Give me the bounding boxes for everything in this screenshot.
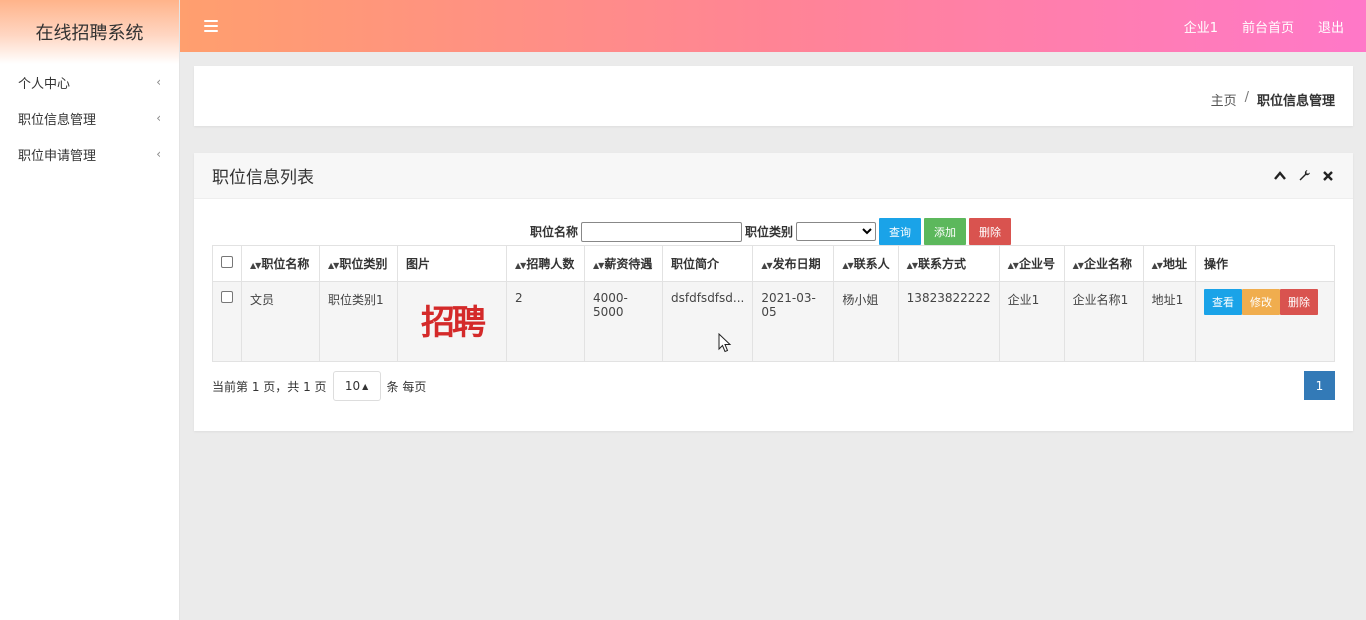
- sort-icon: ▲▼: [1072, 261, 1084, 270]
- wrench-icon[interactable]: [1297, 169, 1311, 183]
- sort-icon: ▲▼: [906, 261, 918, 270]
- sidebar: 在线招聘系统 个人中心 ‹ 职位信息管理 ‹ 职位申请管理 ‹: [0, 0, 180, 620]
- cell-image: 招聘: [397, 281, 507, 362]
- header-image: 图片: [397, 245, 507, 282]
- collapse-icon[interactable]: [1273, 169, 1287, 183]
- cell-intro: dsfdfsdfsd...: [661, 281, 754, 362]
- table-header-row: ▲▼职位名称 ▲▼职位类别 图片 ▲▼招聘人数 ▲▼薪资待遇 职位简介 ▲▼发布…: [212, 245, 1336, 282]
- menu-toggle-icon[interactable]: [204, 20, 218, 32]
- header-job-name[interactable]: ▲▼职位名称: [241, 245, 320, 282]
- header-salary[interactable]: ▲▼薪资待遇: [584, 245, 663, 282]
- sort-icon: ▲▼: [1151, 261, 1163, 270]
- job-list-panel: 职位信息列表 职位名称 职位类别 查询 添加 删除 ▲▼职位名称 ▲▼职位类别 …: [194, 153, 1353, 431]
- job-name-input[interactable]: [581, 221, 743, 242]
- panel-header: 职位信息列表: [194, 153, 1353, 199]
- job-image-text: 招聘: [421, 302, 486, 343]
- chevron-left-icon: ‹: [156, 75, 161, 89]
- sort-icon: ▲▼: [515, 261, 526, 270]
- sort-icon: ▲▼: [593, 261, 604, 270]
- chevron-left-icon: ‹: [156, 147, 161, 161]
- cell-company-name: 企业名称1: [1063, 281, 1144, 362]
- delete-button[interactable]: 删除: [1279, 289, 1318, 315]
- header-company-no[interactable]: ▲▼企业号: [998, 245, 1065, 282]
- sort-icon: ▲▼: [1007, 261, 1019, 270]
- close-icon[interactable]: [1321, 169, 1335, 183]
- cell-salary: 4000-5000: [584, 281, 663, 362]
- breadcrumb-separator: /: [1244, 90, 1249, 105]
- pagination-info: 当前第 1 页，共 1 页 10 ▲ 条 每页: [212, 371, 426, 401]
- query-button[interactable]: 查询: [879, 218, 922, 245]
- topbar: 企业1 前台首页 退出: [180, 0, 1366, 52]
- header-count[interactable]: ▲▼招聘人数: [506, 245, 585, 282]
- row-select-cell: [212, 281, 242, 362]
- header-job-category[interactable]: ▲▼职位类别: [319, 245, 398, 282]
- page-size-value: 10: [344, 379, 361, 393]
- sort-icon: ▲▼: [761, 261, 772, 270]
- sidebar-item-application-management[interactable]: 职位申请管理 ‹: [0, 136, 179, 172]
- cell-job-category: 职位类别1: [319, 281, 398, 362]
- breadcrumb-card: 主页 / 职位信息管理: [194, 66, 1353, 126]
- job-table: ▲▼职位名称 ▲▼职位类别 图片 ▲▼招聘人数 ▲▼薪资待遇 职位简介 ▲▼发布…: [212, 245, 1336, 362]
- sidebar-item-label: 职位申请管理: [18, 148, 97, 164]
- sort-icon: ▲▼: [328, 261, 339, 270]
- sidebar-item-personal-center[interactable]: 个人中心 ‹: [0, 64, 179, 100]
- cell-job-name: 文员: [241, 281, 320, 362]
- cell-address: 地址1: [1142, 281, 1196, 362]
- page-info-text: 当前第 1 页，共 1 页: [212, 379, 327, 394]
- header-company-name[interactable]: ▲▼企业名称: [1063, 245, 1144, 282]
- job-category-select[interactable]: [796, 222, 877, 241]
- mouse-cursor-icon: [718, 332, 732, 357]
- user-company-link[interactable]: 企业1: [1172, 17, 1230, 36]
- batch-delete-button[interactable]: 删除: [969, 218, 1012, 245]
- breadcrumb-current: 职位信息管理: [1256, 94, 1335, 109]
- sort-icon: ▲▼: [842, 261, 853, 270]
- panel-title: 职位信息列表: [212, 168, 314, 188]
- header-date[interactable]: ▲▼发布日期: [752, 245, 835, 282]
- select-all-header: [212, 245, 242, 282]
- cell-phone: 13823822222: [897, 281, 1000, 362]
- page-size-dropdown[interactable]: 10 ▲: [332, 371, 381, 401]
- header-address[interactable]: ▲▼地址: [1142, 245, 1196, 282]
- table-row: 文员 职位类别1 招聘 2 4000-5000 dsfdfsdfsd... 20…: [212, 281, 1336, 362]
- select-all-checkbox[interactable]: [221, 256, 233, 268]
- top-links: 企业1 前台首页 退出: [1172, 17, 1366, 36]
- job-image[interactable]: 招聘: [406, 286, 498, 352]
- cell-actions: 查看 修改 删除: [1194, 281, 1336, 362]
- panel-tools: [1273, 169, 1335, 183]
- sort-icon: ▲▼: [250, 261, 261, 270]
- breadcrumb: 主页 / 职位信息管理: [1211, 90, 1335, 109]
- sidebar-item-label: 职位信息管理: [18, 112, 97, 128]
- job-category-label: 职位类别: [745, 225, 794, 239]
- caret-up-icon: ▲: [362, 381, 369, 391]
- cell-company-no: 企业1: [998, 281, 1065, 362]
- sidebar-item-label: 个人中心: [18, 76, 71, 92]
- app-title: 在线招聘系统: [0, 0, 179, 64]
- frontend-home-link[interactable]: 前台首页: [1230, 17, 1306, 36]
- per-page-suffix: 条 每页: [386, 379, 427, 394]
- breadcrumb-home[interactable]: 主页: [1211, 90, 1237, 109]
- job-name-label: 职位名称: [530, 225, 579, 239]
- search-bar: 职位名称 职位类别 查询 添加 删除: [530, 218, 1012, 245]
- sidebar-item-job-management[interactable]: 职位信息管理 ‹: [0, 100, 179, 136]
- row-actions: 查看 修改 删除: [1203, 289, 1326, 315]
- logout-link[interactable]: 退出: [1306, 17, 1356, 36]
- page-number-button[interactable]: 1: [1304, 371, 1335, 400]
- header-intro: 职位简介: [661, 245, 754, 282]
- add-button[interactable]: 添加: [924, 218, 967, 245]
- view-button[interactable]: 查看: [1203, 289, 1242, 315]
- header-contact[interactable]: ▲▼联系人: [833, 245, 899, 282]
- edit-button[interactable]: 修改: [1241, 289, 1280, 315]
- chevron-left-icon: ‹: [156, 111, 161, 125]
- cell-contact: 杨小姐: [833, 281, 899, 362]
- header-phone[interactable]: ▲▼联系方式: [897, 245, 1000, 282]
- cell-count: 2: [506, 281, 585, 362]
- row-checkbox[interactable]: [221, 291, 233, 303]
- cell-date: 2021-03-05: [752, 281, 835, 362]
- header-actions: 操作: [1194, 245, 1336, 282]
